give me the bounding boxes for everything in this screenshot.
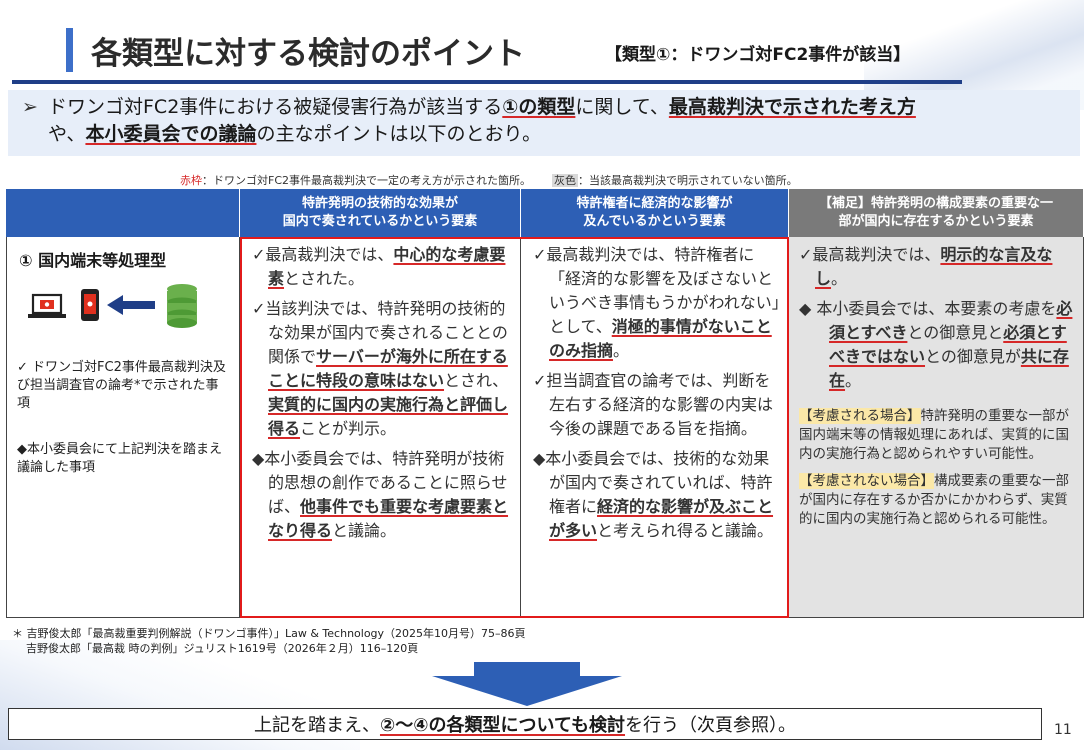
arrow-down-icon (432, 662, 622, 706)
economic-impact-content: ✓最高裁判決では、特許権者に「経済的な影響を及ぼさないというべき事情もうかがわれ… (533, 243, 783, 549)
col4-paragraph-2: ◆ 本小委員会では、本要素の考慮を必須とすべきとの御意見と必須とすべきではないと… (799, 297, 1077, 393)
header-technical-effect: 特許発明の技術的な効果が 国内で奏されているかという要素 (240, 189, 521, 237)
text: との御意見と (907, 323, 1004, 342)
laptop-icon (28, 293, 66, 318)
text: とされ、 (444, 371, 509, 390)
technical-effect-cell: ✓最高裁判決では、中心的な考慮要素とされた。 ✓当該判決では、特許発明の技術的な… (240, 237, 521, 618)
col3-paragraph-1: ✓最高裁判決では、特許権者に「経済的な影響を及ぼさないというべき事情もうかがわれ… (533, 243, 783, 363)
page-number: 11 (1054, 722, 1072, 738)
case-tag: 【考慮されない場合】 (799, 473, 934, 489)
col4-case-not-considered: 【考慮されない場合】構成要素の重要な一部が国内に存在するか否かにかかわらず、実質… (799, 472, 1077, 529)
text: ことが判示。 (300, 419, 397, 438)
header-line: 及んでいるかという要素 (583, 214, 726, 229)
conclusion-text: を行う（次頁参照）。 (625, 715, 797, 736)
summary-text: や、 (48, 123, 86, 145)
legend-red-text: ：ドワンゴ対FC2事件最高裁判決で一定の考え方が示された箇所。 (202, 174, 532, 187)
case-tag: 【考慮される場合】 (799, 408, 921, 424)
smartphone-icon (81, 289, 99, 321)
page-title: 各類型に対する検討のポイント (91, 35, 525, 72)
summary-box: ➢ ドワンゴ対FC2事件における被疑侵害行為が該当する①の類型に関して、最高裁判決… (8, 90, 1080, 156)
header-empty (6, 189, 240, 237)
footnote-line: 吉野俊太郎「最高裁 時の判例」ジュリスト1619号（2026年２月）116–12… (26, 642, 419, 655)
summary-line-2: や、本小委員会での議論の主なポイントは以下のとおり。 (22, 121, 1070, 148)
col2-paragraph-3: ◆本小委員会では、特許発明が技術的思想の創作であることに照らせば、他事件でも重要… (252, 447, 514, 543)
technical-effect-content: ✓最高裁判決では、中心的な考慮要素とされた。 ✓当該判決では、特許発明の技術的な… (252, 243, 514, 549)
header-line: 特許発明の技術的な効果が (301, 196, 458, 211)
conclusion-emph: ②〜④の各類型についても検討 (379, 715, 626, 736)
icon-group (28, 284, 197, 328)
summary-line-1: ➢ ドワンゴ対FC2事件における被疑侵害行為が該当する①の類型に関して、最高裁判決… (22, 94, 1070, 121)
page-subtitle: 【類型①：ドワンゴ対FC2事件が該当】 (605, 45, 911, 65)
summary-emph: 本小委員会での議論 (85, 123, 257, 145)
comparison-table: 特許発明の技術的な効果が 国内で奏されているかという要素 特許権者に経済的な影響… (6, 189, 1084, 618)
arrow-left-icon (107, 295, 155, 315)
summary-bullet: ➢ (22, 96, 38, 118)
conclusion-text: 上記を踏まえ、 (253, 715, 380, 736)
text: ✓最高裁判決では、 (252, 245, 394, 264)
conclusion-box: 上記を踏まえ、 ②〜④の各類型についても検討 を行う（次頁参照）。 (8, 708, 1042, 740)
legend-gray-label: 灰色 (552, 174, 578, 187)
supplement-cell: ✓最高裁判決では、明示的な言及なし。 ◆ 本小委員会では、本要素の考慮を必須とす… (789, 237, 1084, 618)
row-label: ① 国内端末等処理型 (19, 251, 167, 270)
col3-paragraph-2: ✓担当調査官の論考では、判断を左右する経済的な影響の内実は今後の課題である旨を指… (533, 371, 774, 438)
legend-gray-text: ：当該最高裁判決で明示されていない箇所。 (578, 174, 798, 187)
text: 。 (831, 269, 848, 288)
legend: 赤枠：ドワンゴ対FC2事件最高裁判決で一定の考え方が示された箇所。 灰色 ：当該最… (180, 172, 798, 188)
text: との御意見が (925, 347, 1021, 366)
col4-paragraph-1: ✓最高裁判決では、明示的な言及なし。 (799, 243, 1077, 291)
footnote-line: ＊ 吉野俊太郎「最高裁重要判例解説（ドワンゴ事件）」Law & Technolo… (12, 627, 526, 640)
title-rule (12, 80, 962, 84)
col1-note-1: ✓ ドワンゴ対FC2事件最高裁判決及び担当調査官の論考*で示された事項 (17, 360, 226, 411)
text: 。 (613, 341, 630, 360)
text: 。 (845, 371, 862, 390)
summary-emph: 最高裁判決で示された考え方 (668, 96, 916, 118)
header-line: 【補足】特許発明の構成要素の重要な一 (818, 196, 1053, 211)
title-row: 各類型に対する検討のポイント (66, 26, 525, 74)
row-label-cell: ① 国内端末等処理型 ✓ ドワンゴ対FC2事件最高裁判決及び担当調査官の論考*で… (6, 237, 240, 618)
col4-case-considered: 【考慮される場合】特許発明の重要な一部が国内端末等の情報処理にあれば、実質的に国… (799, 407, 1077, 464)
database-icon (167, 284, 197, 328)
title-accent-bar (66, 28, 73, 72)
summary-text: の主なポイントは以下のとおり。 (256, 123, 542, 145)
text: ◆ 本小委員会では、本要素の考慮を (799, 299, 1057, 318)
supplement-content: ✓最高裁判決では、明示的な言及なし。 ◆ 本小委員会では、本要素の考慮を必須とす… (799, 243, 1077, 535)
col2-paragraph-1: ✓最高裁判決では、中心的な考慮要素とされた。 (252, 243, 514, 291)
summary-emph: ①の類型 (502, 96, 576, 118)
header-line: 部が国内に存在するかという要素 (838, 214, 1034, 229)
col3-paragraph-3: ◆本小委員会では、技術的な効果が国内で奏されていれば、特許権者に経済的な影響が及… (533, 447, 783, 543)
summary-text: に関して、 (575, 96, 669, 118)
text: と考えられ得ると議論。 (597, 521, 774, 540)
text: ✓最高裁判決では、 (799, 245, 941, 264)
col1-note-2: ◆本小委員会にて上記判決を踏まえ議論した事項 (17, 442, 222, 475)
col2-paragraph-2: ✓当該判決では、特許発明の技術的な効果が国内で奏されることとの関係でサーバーが海… (252, 297, 514, 441)
header-line: 特許権者に経済的な影響が (576, 196, 733, 211)
footnote: ＊ 吉野俊太郎「最高裁重要判例解説（ドワンゴ事件）」Law & Technolo… (12, 626, 526, 656)
header-economic-impact: 特許権者に経済的な影響が 及んでいるかという要素 (521, 189, 789, 237)
legend-red-label: 赤枠 (180, 174, 202, 187)
text: と議論。 (332, 521, 397, 540)
summary-text: ドワンゴ対FC2事件における被疑侵害行為が該当する (48, 96, 503, 118)
economic-impact-cell: ✓最高裁判決では、特許権者に「経済的な影響を及ぼさないというべき事情もうかがわれ… (521, 237, 789, 618)
header-supplement: 【補足】特許発明の構成要素の重要な一 部が国内に存在するかという要素 (789, 189, 1084, 237)
header-line: 国内で奏されているかという要素 (282, 214, 478, 229)
text: とされた。 (284, 269, 365, 288)
